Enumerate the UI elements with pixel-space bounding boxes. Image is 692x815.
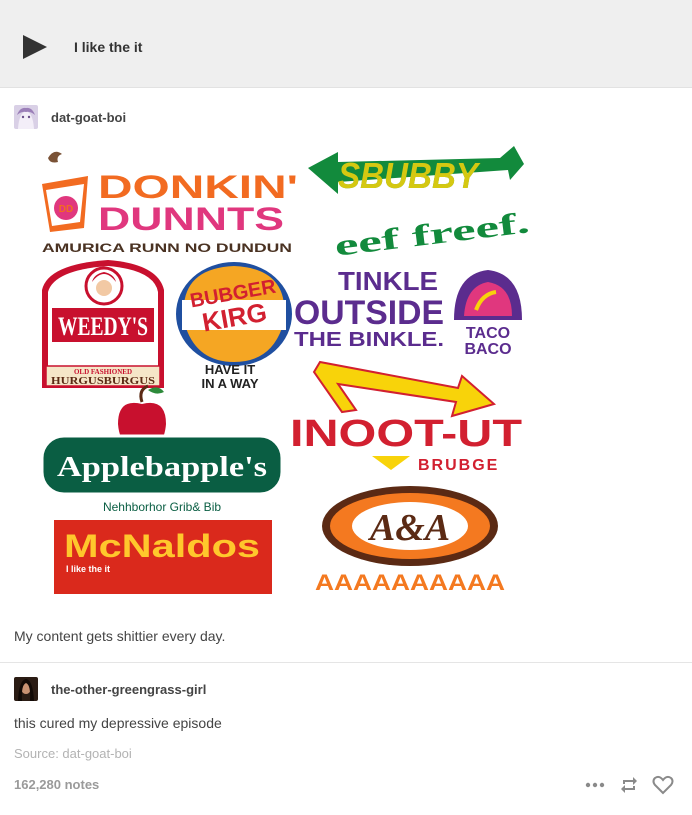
username[interactable]: dat-goat-boi [51,110,126,125]
applebapples-wordmark: Applebapple's [57,452,267,483]
reblog-text: this cured my depressive episode [14,715,222,731]
play-icon[interactable] [20,34,50,60]
source-link[interactable]: Source: dat-goat-boi [14,746,132,761]
divider [0,662,692,663]
sbubby-logo: SBUBBY SBUBBY eef freef. [308,146,531,263]
mcnaldos-tagline: I like the it [66,564,110,574]
weedys-band1: OLD FASHIONED [74,368,132,376]
reblog-avatar[interactable] [14,677,38,701]
tinkle-outside-logo: TINKLE OUTSIDE THE BINKLE. [294,266,444,351]
donkin-line1: DONKIN' [98,169,298,205]
track-title: I like the it [74,39,143,55]
donkin-dunnts-logo: DD DONKIN' DUNNTS AMURICA RUNN NO DUNDUN [42,151,298,255]
reblog-icon[interactable] [618,774,640,796]
more-icon[interactable] [584,774,606,796]
donkin-line2: DUNNTS [98,201,284,237]
aa-tagline: AAAAAAAAAA [315,570,505,595]
post-actions [584,774,674,796]
weedys-band2: HURGUSBURGUS [51,376,156,387]
tinkle-line2: OUTSIDE [294,294,444,332]
heart-icon[interactable] [652,774,674,796]
aa-logo: A&A AAAAAAAAAA [315,486,505,595]
sbubby-wordmark-highlight: SBUBBY [338,155,481,196]
applebapples-tagline: Nehhborhor Grib& Bib [103,500,221,514]
notes-count[interactable]: 162,280 notes [14,777,99,792]
aa-wordmark: A&A [368,507,450,549]
tinkle-line3: THE BINKLE. [294,329,444,351]
taco-baco-logo: TACO BACO [454,270,522,358]
reblog-username[interactable]: the-other-greengrass-girl [51,682,206,697]
inoot-ut-logo: INOOT-UT BRUBGE [290,360,522,474]
audio-player: I like the it [0,0,692,88]
inootut-sub: BRUBGE [418,457,499,474]
donkin-badge: DD [59,204,73,215]
tinkle-line1: TINKLE [338,266,438,296]
applebapples-logo: Applebapple's Nehhborhor Grib& Bib [40,384,284,514]
weedys-logo: WEEDY'S OLD FASHIONED HURGUSBURGUS [42,260,164,388]
parody-logos-image: DD DONKIN' DUNNTS AMURICA RUNN NO DUNDUN… [40,146,531,595]
reblog-header: the-other-greengrass-girl [14,677,206,701]
weedys-wordmark: WEEDY'S [58,312,148,341]
bubger-kirg-logo: BUBGER KIRG HAVE IT IN A WAY [176,262,292,391]
sbubby-tagline: eef freef. [333,206,532,263]
inootut-wordmark: INOOT-UT [290,413,522,455]
mcnaldos-logo: McNaldos I like the it [54,520,272,594]
tacobaco-line1: TACO [466,325,510,342]
bubger-tagline2: IN A WAY [201,376,258,391]
mcnaldos-wordmark: McNaldos [64,528,260,564]
tacobaco-line2: BACO [464,341,511,358]
post-header: dat-goat-boi [14,105,126,129]
avatar[interactable] [14,105,38,129]
post-caption: My content gets shittier every day. [14,628,226,644]
bubger-tagline1: HAVE IT [205,362,255,377]
donkin-tagline: AMURICA RUNN NO DUNDUN [42,241,292,255]
